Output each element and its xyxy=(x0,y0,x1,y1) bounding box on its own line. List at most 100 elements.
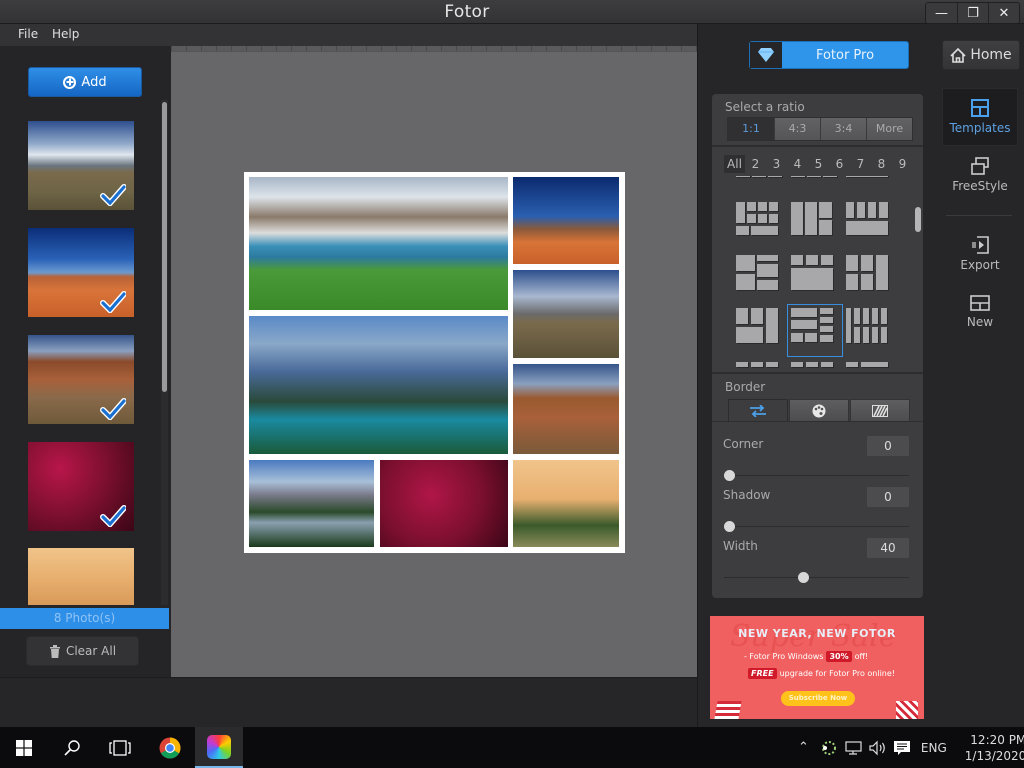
corner-slider[interactable] xyxy=(724,470,909,481)
collage-cell-red-buttes[interactable] xyxy=(513,364,619,454)
task-view-button[interactable] xyxy=(96,727,144,768)
promo-line1-end: off! xyxy=(854,652,869,661)
clock[interactable]: 12:20 PM 1/13/2020 xyxy=(965,732,1024,764)
system-tray: ⌃ ENG 12:20 PM 1/13/2020 xyxy=(798,727,1024,768)
checkmark-icon xyxy=(100,398,126,420)
filter-9[interactable]: 9 xyxy=(892,155,913,173)
shadow-slider-knob[interactable] xyxy=(724,521,735,532)
template-thumb[interactable] xyxy=(791,202,839,247)
maximize-button[interactable]: ❐ xyxy=(957,3,988,23)
nav-new[interactable]: New xyxy=(942,283,1018,341)
border-tab-color[interactable] xyxy=(789,399,849,421)
checkmark-icon xyxy=(100,184,126,206)
width-slider[interactable] xyxy=(724,572,909,583)
template-thumb[interactable] xyxy=(846,362,894,368)
home-label: Home xyxy=(970,47,1012,63)
template-thumb-selected[interactable] xyxy=(787,304,843,357)
photo-thumb-3[interactable] xyxy=(28,335,134,424)
shadow-value-input[interactable]: 0 xyxy=(867,487,909,507)
template-thumb[interactable] xyxy=(791,176,839,181)
nav-templates-label: Templates xyxy=(949,121,1011,135)
fotor-taskbar-button[interactable] xyxy=(195,727,243,768)
template-thumb[interactable] xyxy=(846,255,894,300)
nav-export[interactable]: Export xyxy=(942,225,1018,283)
filter-8[interactable]: 8 xyxy=(871,155,892,173)
show-hidden-icons-icon[interactable]: ⌃ xyxy=(798,740,809,755)
menu-bar: File Help xyxy=(0,24,697,46)
home-button[interactable]: Home xyxy=(942,40,1020,70)
photo-thumb-4[interactable] xyxy=(28,442,134,531)
fotor-pro-button[interactable]: Fotor Pro xyxy=(749,41,909,69)
filter-5[interactable]: 5 xyxy=(808,155,829,173)
chrome-taskbar-button[interactable] xyxy=(146,727,194,768)
template-thumb[interactable] xyxy=(736,362,784,368)
filter-7[interactable]: 7 xyxy=(850,155,871,173)
fotor-app-icon xyxy=(207,734,231,759)
width-slider-knob[interactable] xyxy=(798,572,809,583)
trash-icon xyxy=(49,644,60,658)
search-button[interactable] xyxy=(48,727,96,768)
border-tab-texture[interactable] xyxy=(850,399,910,421)
collage-cell-alpine-lake[interactable] xyxy=(249,177,508,310)
photo-thumb-2[interactable] xyxy=(28,228,134,317)
template-scrollbar[interactable] xyxy=(915,207,921,232)
corner-value-input[interactable]: 0 xyxy=(867,436,909,456)
filter-3[interactable]: 3 xyxy=(766,155,787,173)
collage-cell-moraine-lake[interactable] xyxy=(249,316,508,454)
clear-all-button[interactable]: Clear All xyxy=(26,636,139,666)
subscribe-now-button[interactable]: Subscribe Now xyxy=(781,691,855,706)
ratio-3-4[interactable]: 3:4 xyxy=(820,118,866,140)
promo-line-1: - Fotor Pro Windows 30% off! xyxy=(744,651,868,662)
action-center-icon[interactable] xyxy=(893,740,911,756)
promo-line1-text: - Fotor Pro Windows xyxy=(744,652,824,661)
photo-thumb-5[interactable] xyxy=(28,548,134,605)
template-thumb[interactable] xyxy=(846,308,894,353)
photo-list-scrollbar[interactable] xyxy=(162,102,167,392)
shadow-slider[interactable] xyxy=(724,521,909,532)
collage-cell-desert-plain[interactable] xyxy=(513,270,619,358)
sync-icon[interactable] xyxy=(821,740,837,756)
nav-freestyle-label: FreeStyle xyxy=(952,179,1008,193)
border-tabs xyxy=(728,399,911,421)
filter-2[interactable]: 2 xyxy=(745,155,766,173)
template-thumb[interactable] xyxy=(736,176,784,181)
template-thumb[interactable] xyxy=(791,255,839,300)
template-thumb[interactable] xyxy=(736,308,784,353)
nav-templates[interactable]: Templates xyxy=(942,88,1018,146)
ratio-1-1[interactable]: 1:1 xyxy=(728,118,774,140)
promo-banner[interactable]: Super Sale NEW YEAR, NEW FOTOR - Fotor P… xyxy=(710,616,924,719)
collage-cell-monument-valley[interactable] xyxy=(513,177,619,264)
close-button[interactable]: ✕ xyxy=(988,3,1019,23)
home-icon xyxy=(950,47,966,63)
menu-help[interactable]: Help xyxy=(52,27,79,41)
language-indicator[interactable]: ENG xyxy=(921,741,947,755)
ratio-heading: Select a ratio xyxy=(725,100,805,114)
filter-all[interactable]: All xyxy=(724,155,745,173)
filter-4[interactable]: 4 xyxy=(787,155,808,173)
collage-cell-red-leaves[interactable] xyxy=(380,460,508,547)
menu-file[interactable]: File xyxy=(18,27,38,41)
confetti-popper-icon xyxy=(714,701,742,719)
template-thumb[interactable] xyxy=(791,362,839,368)
ratio-selector: 1:1 4:3 3:4 More xyxy=(727,117,913,141)
template-thumb[interactable] xyxy=(736,202,784,247)
corner-slider-knob[interactable] xyxy=(724,470,735,481)
collage-cell-mountain-lake[interactable] xyxy=(249,460,374,547)
minimize-button[interactable]: — xyxy=(926,3,957,23)
volume-icon[interactable] xyxy=(869,740,887,756)
template-thumb[interactable] xyxy=(736,255,784,300)
add-photo-button[interactable]: Add xyxy=(28,67,142,97)
template-thumb[interactable] xyxy=(846,176,894,181)
shadow-label: Shadow xyxy=(723,488,771,502)
width-value-input[interactable]: 40 xyxy=(867,538,909,558)
filter-6[interactable]: 6 xyxy=(829,155,850,173)
ratio-more[interactable]: More xyxy=(866,118,912,140)
border-tab-adjust[interactable] xyxy=(728,399,788,421)
photo-thumb-1[interactable] xyxy=(28,121,134,210)
nav-freestyle[interactable]: FreeStyle xyxy=(942,146,1018,204)
start-button[interactable] xyxy=(0,727,48,768)
collage-cell-oasis[interactable] xyxy=(513,460,619,547)
ratio-4-3[interactable]: 4:3 xyxy=(774,118,820,140)
network-icon[interactable] xyxy=(845,740,863,756)
template-thumb[interactable] xyxy=(846,202,894,247)
